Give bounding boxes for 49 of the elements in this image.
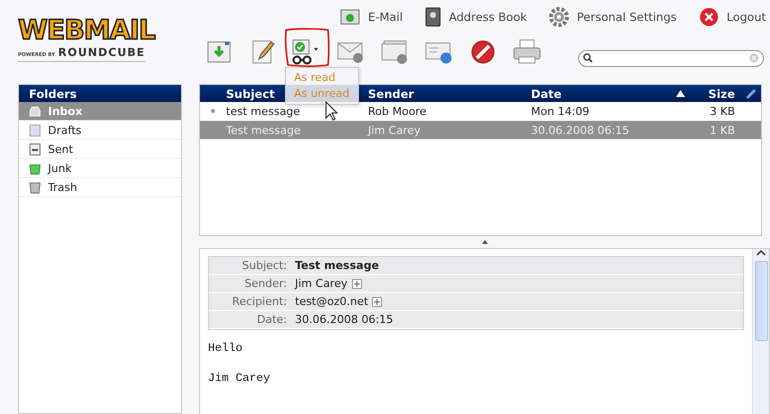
size-text: 3 KB xyxy=(708,104,736,118)
document-icon xyxy=(29,124,41,136)
column-header[interactable]: Date xyxy=(523,86,691,100)
sender-text: Jim Carey xyxy=(366,124,422,136)
expand-button[interactable] xyxy=(372,296,382,306)
reply-all-icon xyxy=(381,40,409,64)
subject-text: Test message xyxy=(226,124,301,136)
message-body-line: Jim Carey xyxy=(208,372,272,385)
header-label: Recipient: xyxy=(231,295,288,308)
forward-icon xyxy=(425,40,453,64)
header-value: test@oz0.net xyxy=(295,295,368,308)
nav-link[interactable]: Address Book xyxy=(424,7,527,27)
reply-icon xyxy=(337,40,365,64)
gear-icon xyxy=(548,7,569,27)
scrollbar-thumb[interactable] xyxy=(754,261,768,341)
column-header[interactable]: Size xyxy=(691,86,741,100)
printer-icon xyxy=(513,39,541,65)
search-field[interactable] xyxy=(578,50,764,66)
date-text: 30.06.2008 06:15 xyxy=(530,124,630,136)
header-label: Subject: xyxy=(241,259,288,272)
size-text: 1 KB xyxy=(708,124,736,136)
nav-link[interactable]: Personal Settings xyxy=(548,7,677,27)
tray-icon xyxy=(29,106,41,116)
splitter-handle-icon xyxy=(482,240,488,244)
panel-title: Folders xyxy=(28,86,77,100)
logo-title: WEBMAIL xyxy=(18,16,155,46)
message-body-line: Hello xyxy=(208,342,244,355)
scroll-up-icon[interactable] xyxy=(756,249,766,257)
column-header[interactable]: Sender xyxy=(360,86,523,100)
header-value: 30.06.2008 06:15 xyxy=(295,313,394,326)
expand-button[interactable] xyxy=(352,278,362,288)
header-value: Jim Carey xyxy=(295,277,348,290)
header-label: Date: xyxy=(256,313,288,326)
subject-text: test message xyxy=(226,104,300,118)
sort-arrow-icon xyxy=(676,90,685,97)
trash-can-icon xyxy=(29,180,41,194)
inbox-download-icon xyxy=(206,39,232,65)
header-label: Sender: xyxy=(243,277,288,290)
nav-link[interactable]: Logout xyxy=(698,7,766,27)
pencil-paper-icon xyxy=(251,39,275,65)
delete-icon xyxy=(470,39,496,65)
nav-link[interactable]: E-Mail xyxy=(340,8,403,26)
header-value: Test message xyxy=(295,259,379,272)
logout-icon xyxy=(698,7,719,27)
logo-brand: ROUNDCUBE xyxy=(58,46,146,59)
search-icon xyxy=(583,53,593,63)
recycle-bin-icon xyxy=(29,162,41,174)
date-text: Mon 14:09 xyxy=(530,104,590,118)
sender-text: Rob Moore xyxy=(367,104,428,118)
